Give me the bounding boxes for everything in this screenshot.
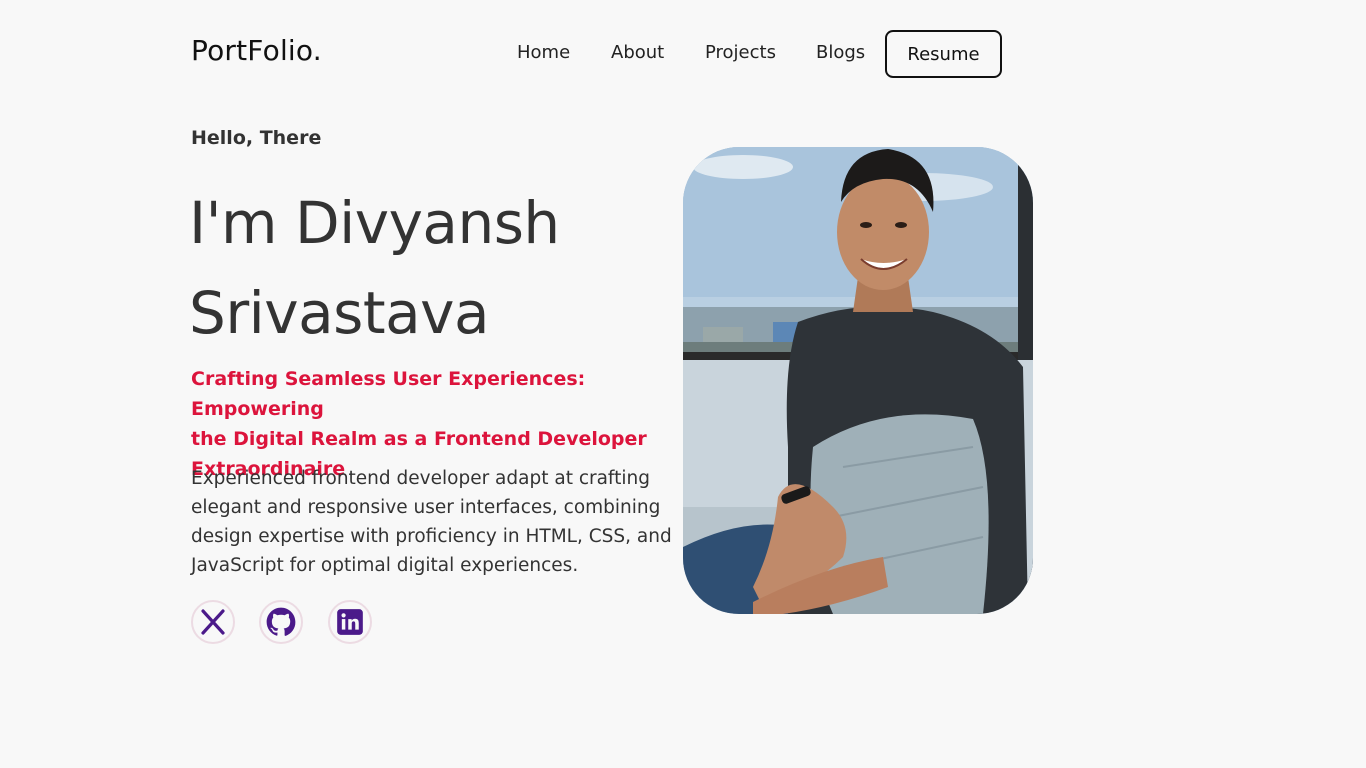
desc-line1: Experienced frontend developer adapt at … — [191, 468, 650, 489]
hero-name-line2: Srivastava — [189, 279, 490, 347]
greeting: Hello, There — [191, 127, 322, 149]
linkedin-link[interactable] — [328, 600, 372, 644]
tagline-line1: Crafting Seamless User Experiences: Empo… — [191, 368, 586, 420]
tagline-line2: the Digital Realm as a Frontend Develope… — [191, 428, 647, 450]
nav-projects-link[interactable]: Projects — [705, 42, 776, 63]
desc-line3: design expertise with proficiency in HTM… — [191, 526, 672, 547]
resume-button[interactable]: Resume — [885, 30, 1002, 78]
nav-blogs-link[interactable]: Blogs — [816, 42, 865, 63]
hero-name: I'm Divyansh Srivastava — [189, 178, 649, 358]
main-nav: Home About Projects Blogs Resume — [0, 30, 1366, 78]
desc-line4: JavaScript for optimal digital experienc… — [191, 555, 579, 576]
github-link[interactable] — [259, 600, 303, 644]
hero-description: Experienced frontend developer adapt at … — [191, 464, 681, 580]
social-links — [191, 600, 381, 644]
desc-line2: elegant and responsive user interfaces, … — [191, 497, 661, 518]
nav-home-link[interactable]: Home — [517, 42, 570, 63]
profile-photo — [683, 147, 1033, 614]
portfolio-page: PortFolio. Home About Projects Blogs Res… — [0, 0, 1366, 768]
hero-name-line1: I'm Divyansh — [189, 189, 560, 257]
nav-about-link[interactable]: About — [611, 42, 664, 63]
x-twitter-icon — [201, 609, 225, 635]
x-twitter-link[interactable] — [191, 600, 235, 644]
linkedin-icon — [337, 609, 363, 635]
github-icon — [266, 607, 296, 636]
